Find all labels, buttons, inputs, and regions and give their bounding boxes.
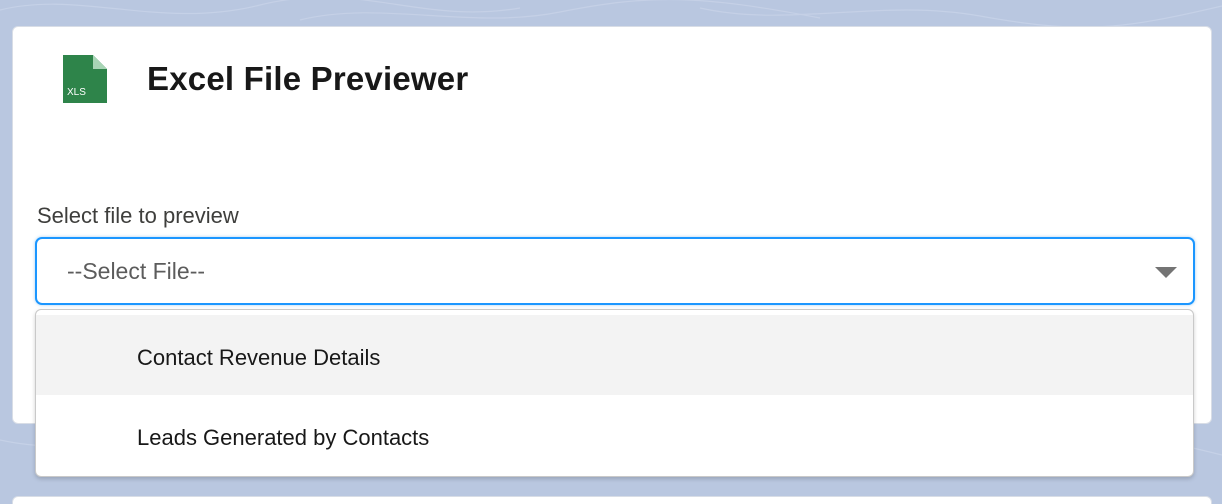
- file-dropdown-listbox: Contact Revenue Details Leads Generated …: [35, 309, 1194, 477]
- select-file-label: Select file to preview: [37, 203, 239, 228]
- card-header: XLS Excel File Previewer: [57, 53, 468, 105]
- option-label: Leads Generated by Contacts: [137, 425, 430, 450]
- file-select-combobox[interactable]: --Select File--: [35, 237, 1195, 305]
- option-contact-revenue-details[interactable]: Contact Revenue Details: [36, 315, 1193, 395]
- card-title: Excel File Previewer: [147, 60, 469, 97]
- option-leads-generated-by-contacts[interactable]: Leads Generated by Contacts: [36, 395, 1193, 475]
- chevron-down-icon[interactable]: [1155, 267, 1177, 278]
- svg-text:XLS: XLS: [67, 87, 86, 98]
- select-value: --Select File--: [67, 258, 206, 284]
- option-label: Contact Revenue Details: [137, 345, 381, 370]
- xls-file-icon: XLS: [57, 53, 109, 105]
- secondary-card: [12, 496, 1212, 504]
